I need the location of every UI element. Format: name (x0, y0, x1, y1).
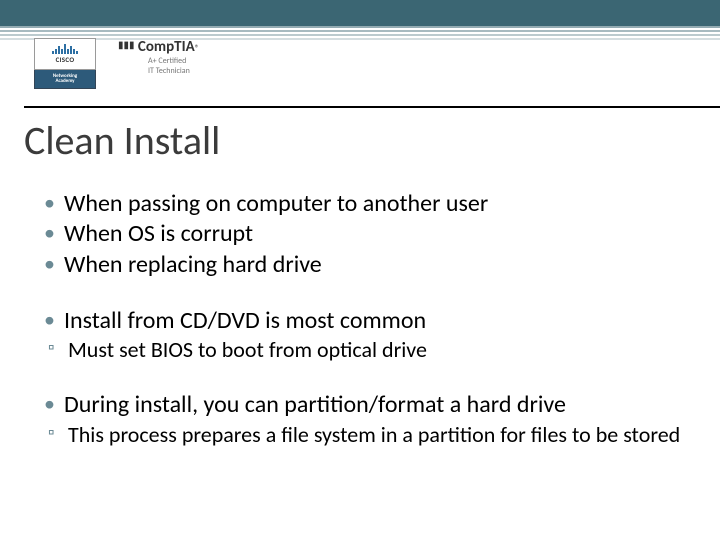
sub-bullet: This process prepares a file system in a… (44, 422, 690, 448)
bullet: When passing on computer to another user (44, 190, 690, 218)
comptia-wordmark: ▮▮▮ CompTIA® (118, 38, 199, 56)
logo-row: CISCO Networking Academy ▮▮▮ CompTIA® A+… (34, 38, 199, 89)
slide: CISCO Networking Academy ▮▮▮ CompTIA® A+… (0, 0, 720, 540)
cisco-academy-label: Networking Academy (53, 74, 77, 84)
comptia-cert-line1: A+ Certified (148, 56, 199, 66)
bullet: During install, you can partition/format… (44, 391, 690, 419)
title-rule (24, 106, 720, 108)
slide-title: Clean Install (24, 116, 220, 165)
comptia-logo: ▮▮▮ CompTIA® A+ Certified IT Technician (118, 38, 199, 76)
comptia-cert-line2: IT Technician (148, 66, 199, 76)
sub-bullet: Must set BIOS to boot from optical drive (44, 337, 690, 363)
bullet: When OS is corrupt (44, 220, 690, 248)
bullet: Install from CD/DVD is most common (44, 307, 690, 335)
cisco-logo: CISCO Networking Academy (34, 38, 96, 89)
cisco-wordmark: CISCO (56, 55, 75, 64)
slide-body: When passing on computer to another user… (44, 190, 690, 449)
bullet: When replacing hard drive (44, 251, 690, 279)
cisco-bars-icon (52, 44, 78, 54)
top-band (0, 0, 720, 26)
